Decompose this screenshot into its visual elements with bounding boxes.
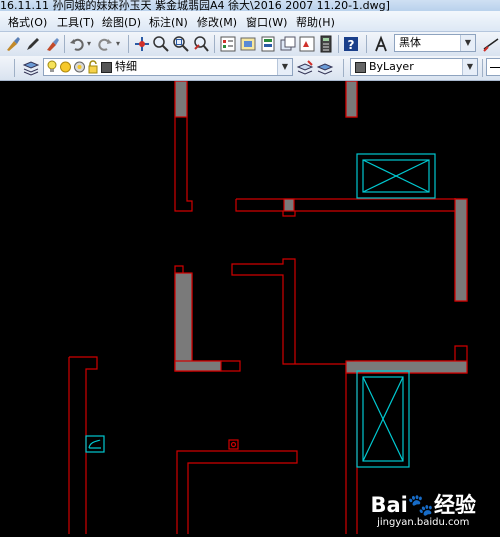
zoom-realtime-icon[interactable] bbox=[152, 35, 170, 53]
watermark-url: jingyan.baidu.com bbox=[377, 517, 470, 528]
lock-icon bbox=[88, 60, 98, 74]
text-style-icon[interactable] bbox=[372, 35, 390, 53]
standard-toolbar: ▾ ▾ ? 黑体 ▼ bbox=[0, 32, 500, 57]
pencil-icon[interactable] bbox=[24, 35, 42, 53]
wall-center bbox=[231, 258, 468, 374]
layer-name: 特细 bbox=[115, 60, 137, 73]
drawing-canvas[interactable]: Bai🐾经验 jingyan.baidu.com bbox=[0, 80, 500, 534]
menu-help[interactable]: 帮助(H) bbox=[296, 14, 335, 30]
sheet-set-icon[interactable] bbox=[279, 35, 297, 53]
wall-fill-top-right bbox=[345, 80, 358, 118]
color-swatch-icon bbox=[355, 62, 366, 73]
menu-modify[interactable]: 修改(M) bbox=[197, 14, 237, 30]
baidu-watermark: Bai🐾经验 jingyan.baidu.com bbox=[370, 489, 476, 528]
menu-bar: 格式(O) 工具(T) 绘图(D) 标注(N) 修改(M) 窗口(W) 帮助(H… bbox=[0, 11, 500, 32]
menu-dimension[interactable]: 标注(N) bbox=[149, 14, 188, 30]
undo-icon[interactable] bbox=[68, 35, 86, 53]
fixture-small bbox=[85, 435, 105, 453]
match-properties-icon[interactable] bbox=[44, 35, 62, 53]
floor-plan-drawing[interactable] bbox=[0, 80, 500, 534]
svg-text:?: ? bbox=[348, 38, 355, 52]
tool-palettes-icon[interactable] bbox=[259, 35, 277, 53]
redo-dropdown[interactable]: ▾ bbox=[116, 39, 120, 48]
viewport-freeze-icon bbox=[74, 61, 85, 73]
zoom-previous-icon[interactable] bbox=[192, 35, 210, 53]
markup-icon[interactable] bbox=[298, 35, 316, 53]
layers-toolbar: 特细 ▼ ByLayer ▼ bbox=[0, 56, 500, 81]
calculator-icon[interactable] bbox=[317, 35, 335, 53]
text-style-value: 黑体 bbox=[399, 36, 421, 49]
wall-right-lower bbox=[345, 373, 358, 534]
wall-bottom bbox=[176, 450, 298, 534]
chevron-down-icon[interactable]: ▼ bbox=[277, 59, 292, 75]
undo-dropdown[interactable]: ▾ bbox=[87, 39, 91, 48]
fixtures bbox=[85, 153, 436, 468]
layer-previous-icon[interactable] bbox=[316, 59, 334, 77]
make-current-icon[interactable] bbox=[296, 59, 314, 77]
watermark-logo: Bai🐾经验 bbox=[370, 493, 476, 517]
menu-tools[interactable]: 工具(T) bbox=[57, 14, 94, 30]
help-icon[interactable]: ? bbox=[342, 35, 360, 53]
wall-fill-middle-stub bbox=[283, 198, 295, 212]
color-value: ByLayer bbox=[369, 60, 414, 73]
fixture-small-detail bbox=[88, 439, 101, 449]
wall-fill-right bbox=[454, 198, 468, 302]
menu-draw[interactable]: 绘图(D) bbox=[102, 14, 141, 30]
window-title: 16.11.11 孙同娥的妹妹孙玉天 紫金城翡园A4 徐大\2016 2007 … bbox=[0, 0, 390, 11]
menu-window[interactable]: 窗口(W) bbox=[246, 14, 287, 30]
zoom-window-icon[interactable] bbox=[172, 35, 190, 53]
wall-outlet-circle bbox=[230, 441, 237, 448]
linetype-sample bbox=[490, 67, 500, 68]
linetype-combo[interactable] bbox=[486, 58, 500, 76]
text-style-combo[interactable]: 黑体 ▼ bbox=[394, 34, 476, 52]
paw-icon: 🐾 bbox=[407, 493, 434, 517]
color-combo[interactable]: ByLayer ▼ bbox=[350, 58, 478, 76]
brush-icon[interactable] bbox=[4, 35, 22, 53]
sun-icon bbox=[60, 61, 71, 73]
properties-icon[interactable] bbox=[219, 35, 237, 53]
wall-outlet bbox=[228, 439, 239, 450]
menu-format[interactable]: 格式(O) bbox=[8, 14, 47, 30]
title-bar: 16.11.11 孙同娥的妹妹孙玉天 紫金城翡园A4 徐大\2016 2007 … bbox=[0, 0, 500, 11]
pan-icon[interactable] bbox=[133, 35, 151, 53]
window-fixture-top-cross bbox=[362, 159, 430, 193]
wall-outlines bbox=[68, 80, 468, 534]
dimension-style-icon[interactable] bbox=[482, 35, 500, 53]
wall-fill-top-left bbox=[174, 80, 188, 118]
layer-manager-icon[interactable] bbox=[22, 59, 40, 77]
chevron-down-icon[interactable]: ▼ bbox=[460, 35, 475, 51]
redo-icon[interactable] bbox=[96, 35, 114, 53]
lightbulb-icon bbox=[47, 60, 57, 72]
chevron-down-icon[interactable]: ▼ bbox=[462, 59, 477, 75]
wall-middle bbox=[235, 198, 468, 302]
design-center-icon[interactable] bbox=[239, 35, 257, 53]
window-fixture-right-cross bbox=[362, 376, 404, 462]
wall-fill-left-horizontal bbox=[174, 360, 222, 372]
wall-fill-left-vertical bbox=[174, 272, 193, 372]
layer-color-icon bbox=[101, 62, 112, 73]
layer-combo[interactable]: 特细 ▼ bbox=[43, 58, 293, 76]
wall-far-left bbox=[68, 356, 98, 534]
